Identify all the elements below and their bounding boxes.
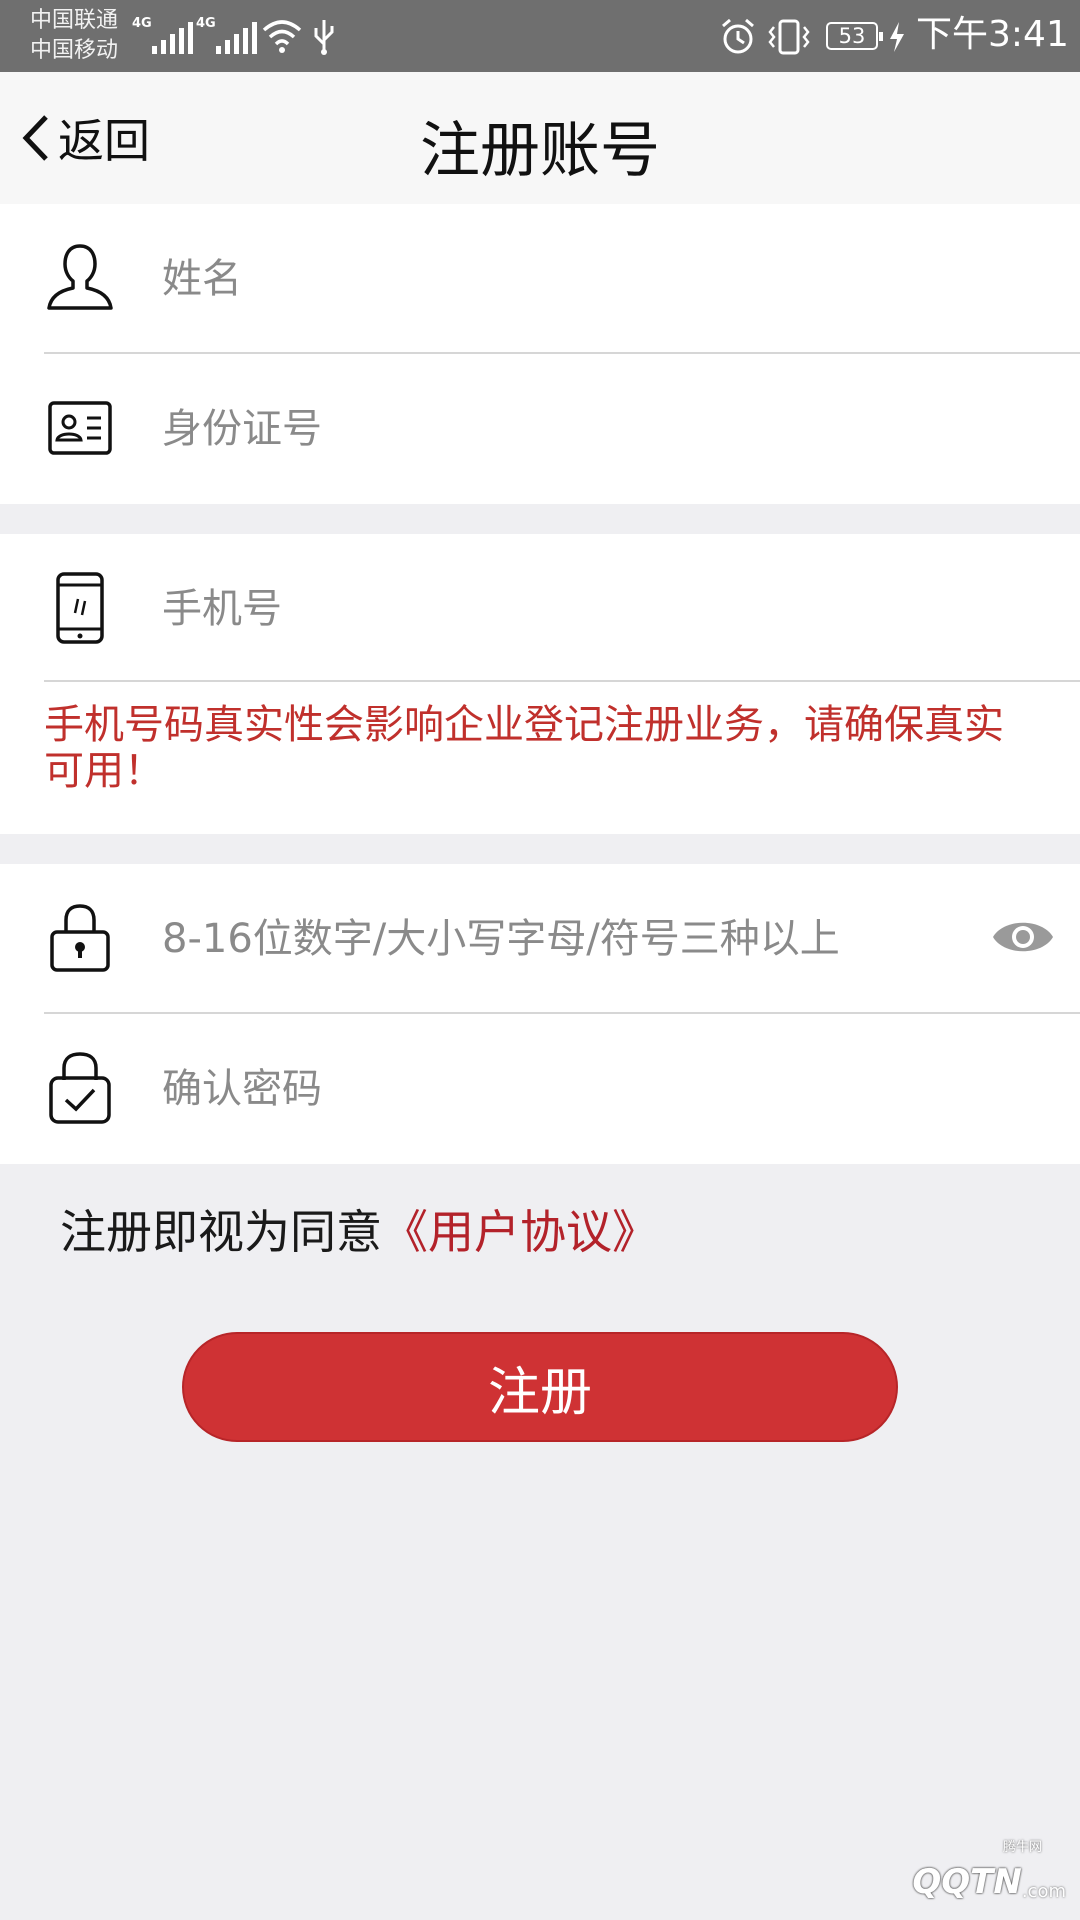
charging-icon bbox=[890, 22, 904, 52]
phone-warning-text: 手机号码真实性会影响企业登记注册业务，请确保真实可用！ bbox=[44, 702, 1004, 794]
network-2-label: 4G bbox=[196, 16, 216, 31]
status-time: 下午3:41 bbox=[916, 14, 1069, 55]
phone-section: 手机号码真实性会影响企业登记注册业务，请确保真实可用！ bbox=[0, 534, 1080, 834]
nav-bar: 返回 注册账号 bbox=[0, 72, 1080, 204]
agreement-text: 注册即视为同意《用户协议》 bbox=[60, 1196, 658, 1262]
name-input[interactable] bbox=[162, 244, 982, 314]
password-section bbox=[0, 864, 1080, 1164]
carrier-1-label: 中国联通 bbox=[30, 8, 119, 33]
signal-2-icon: 4G bbox=[196, 16, 257, 54]
divider bbox=[44, 680, 1080, 682]
lock-check-icon bbox=[44, 1048, 116, 1128]
identity-section bbox=[0, 204, 1080, 504]
watermark-suffix: .com bbox=[1021, 1881, 1066, 1902]
usb-icon bbox=[314, 20, 334, 55]
page-title: 注册账号 bbox=[420, 116, 660, 186]
user-agreement-link[interactable]: 《用户协议》 bbox=[382, 1205, 658, 1259]
vibrate-icon bbox=[768, 19, 810, 55]
id-number-input[interactable] bbox=[162, 394, 982, 464]
lock-icon bbox=[44, 898, 116, 978]
phone-input[interactable] bbox=[162, 574, 982, 644]
status-bar: 中国联通 中国移动 4G 4G 53 下午3:41 bbox=[0, 0, 1080, 72]
watermark-brand: QQTN bbox=[912, 1862, 1022, 1902]
phone-icon bbox=[44, 568, 116, 648]
password-input[interactable] bbox=[162, 904, 962, 974]
password-row bbox=[0, 864, 1080, 1014]
wifi-icon bbox=[262, 20, 302, 53]
watermark-logo: 腾牛网 QQTN .com bbox=[912, 1840, 1066, 1902]
confirm-password-input[interactable] bbox=[162, 1054, 982, 1124]
register-button[interactable]: 注册 bbox=[182, 1332, 898, 1442]
agreement-prefix: 注册即视为同意 bbox=[60, 1205, 382, 1259]
carrier-info: 中国联通 中国移动 bbox=[30, 6, 118, 66]
signal-1-icon: 4G bbox=[132, 16, 193, 54]
alarm-icon bbox=[722, 18, 754, 54]
name-row bbox=[0, 204, 1080, 354]
id-card-icon bbox=[44, 388, 116, 468]
eye-icon[interactable] bbox=[990, 912, 1056, 962]
phone-row bbox=[0, 534, 1080, 684]
confirm-password-row bbox=[0, 1014, 1080, 1164]
watermark-cn: 腾牛网 bbox=[1002, 1840, 1042, 1855]
carrier-2-label: 中国移动 bbox=[30, 38, 119, 63]
id-row bbox=[0, 354, 1080, 504]
user-icon bbox=[44, 238, 116, 318]
battery-indicator: 53 bbox=[826, 22, 883, 50]
network-1-label: 4G bbox=[132, 16, 152, 31]
